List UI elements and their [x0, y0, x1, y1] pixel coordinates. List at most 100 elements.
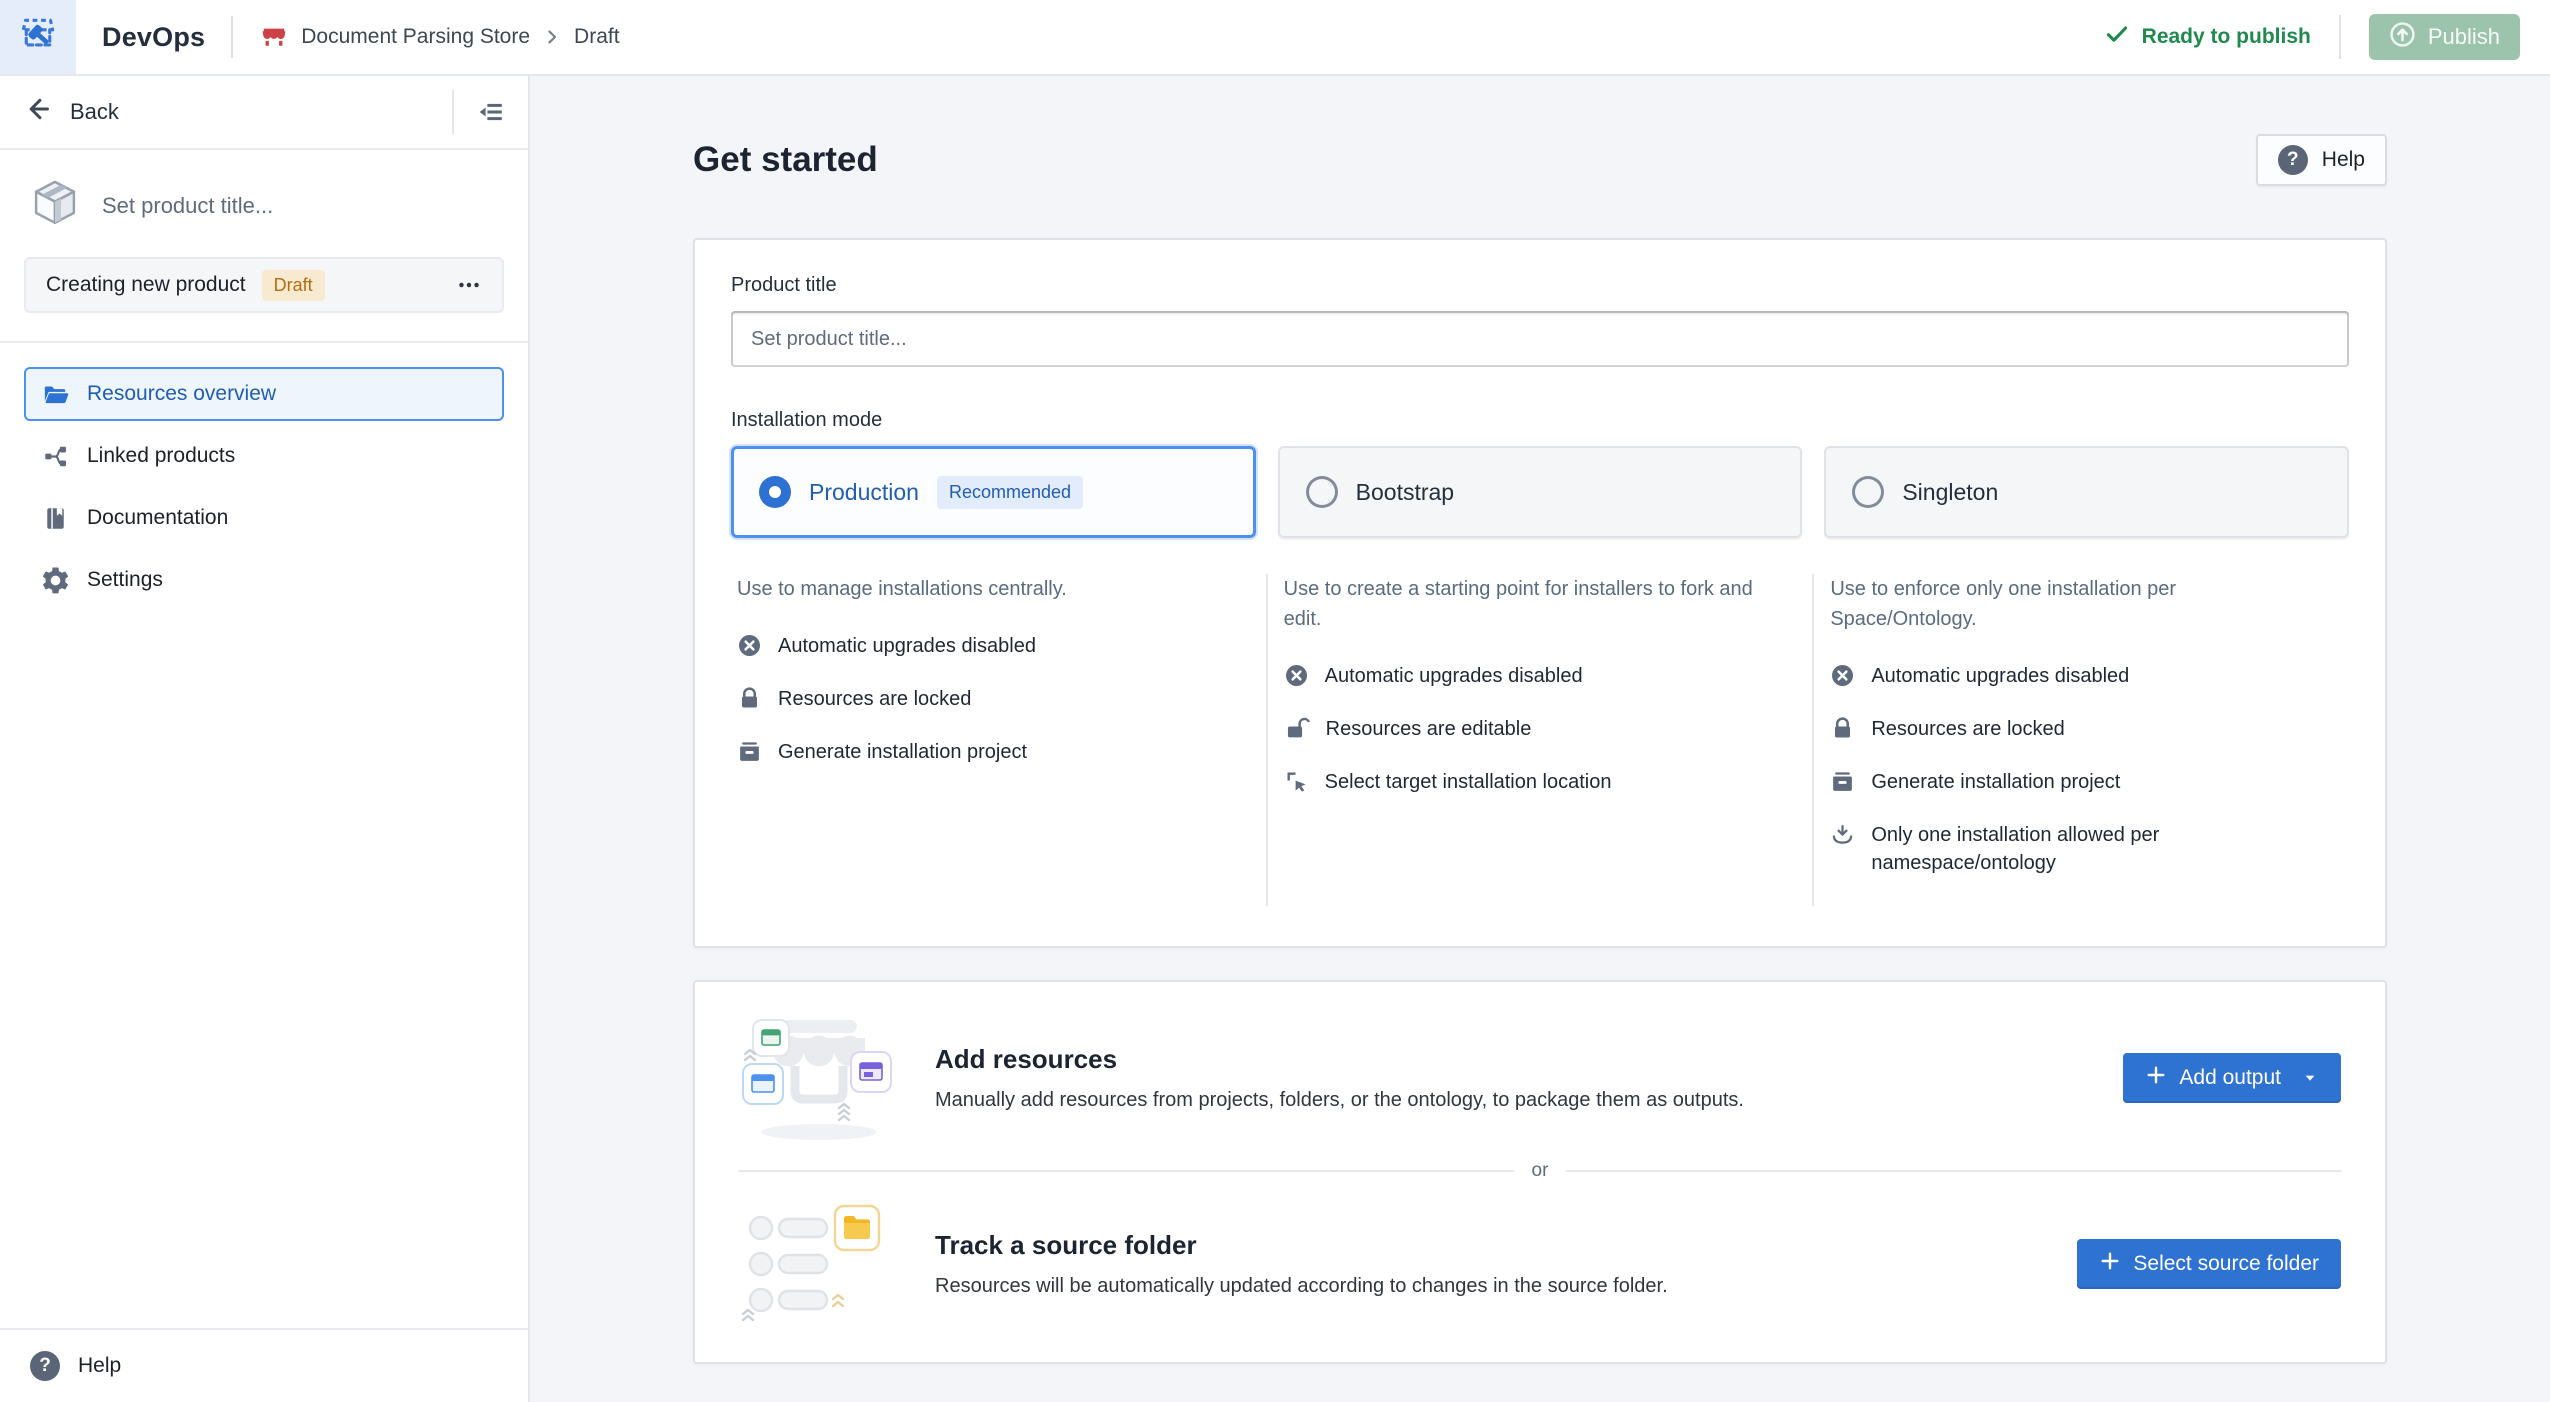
- select-location-icon: [1284, 769, 1309, 794]
- x-circle-icon: [1830, 663, 1855, 688]
- installation-mode-label: Installation mode: [731, 409, 2349, 432]
- sidebar-top-right: [452, 90, 506, 134]
- radio-unselected-icon[interactable]: [1852, 476, 1884, 508]
- chevron-right-icon: [542, 27, 562, 47]
- caret-down-icon: [2301, 1069, 2319, 1087]
- feature-row: Resources are locked: [1830, 715, 2313, 743]
- sidebar-top-bar: Back: [0, 76, 528, 150]
- header-divider: [2339, 15, 2341, 59]
- product-title-input[interactable]: [731, 311, 2349, 367]
- collapse-sidebar-icon[interactable]: [476, 97, 506, 127]
- add-resources-title: Add resources: [935, 1044, 2123, 1075]
- sidebar-help-button[interactable]: ? Help: [0, 1328, 528, 1402]
- divider-line: [1566, 1170, 2341, 1172]
- mode-descriptions: Use to manage installations centrally. A…: [731, 572, 2349, 902]
- get-started-card: Product title Installation mode Producti…: [693, 238, 2387, 948]
- devops-store-hammer-icon: [16, 13, 60, 62]
- arrow-left-icon: [24, 94, 54, 130]
- mode-option-bootstrap[interactable]: Bootstrap: [1278, 446, 1803, 538]
- gear-icon: [42, 567, 69, 594]
- feature-row: Only one installation allowed per namesp…: [1830, 821, 2313, 877]
- product-title-placeholder[interactable]: Set product title...: [102, 193, 273, 219]
- header-actions: Ready to publish Publish: [2104, 14, 2550, 60]
- installation-mode-options: Production Recommended Bootstrap Singlet…: [731, 446, 2349, 538]
- help-circle-icon: ?: [30, 1351, 60, 1381]
- check-icon: [2104, 21, 2130, 53]
- track-source-folder-row: Track a source folder Resources will be …: [739, 1196, 2341, 1332]
- blue-resource-tile: [743, 1064, 783, 1104]
- publish-button[interactable]: Publish: [2369, 14, 2520, 60]
- add-resources-row: Add resources Manually add resources fro…: [739, 1010, 2341, 1146]
- select-source-folder-button[interactable]: Select source folder: [2077, 1239, 2341, 1289]
- plus-icon: [2145, 1064, 2167, 1092]
- sidebar-item-linked-products[interactable]: Linked products: [24, 429, 504, 483]
- sidebar-item-resources-overview[interactable]: Resources overview: [24, 367, 504, 421]
- radio-selected-icon[interactable]: [759, 476, 791, 508]
- draft-status-badge: Draft: [262, 270, 325, 301]
- sidebar-item-documentation[interactable]: Documentation: [24, 491, 504, 545]
- breadcrumb: Document Parsing Store Draft: [259, 22, 619, 52]
- product-version-card[interactable]: Creating new product Draft: [24, 257, 504, 313]
- devops-app-logo[interactable]: [0, 0, 76, 74]
- add-resources-description: Manually add resources from projects, fo…: [935, 1089, 2123, 1112]
- track-source-folder-description: Resources will be automatically updated …: [935, 1275, 2077, 1298]
- sidebar-nav: Resources overview Linked products: [0, 343, 528, 639]
- plus-icon: [2099, 1250, 2121, 1278]
- sidebar: Back: [0, 76, 530, 1402]
- folder-tile: [835, 1206, 879, 1250]
- help-button-label: Help: [2322, 148, 2365, 172]
- mode-name: Bootstrap: [1356, 479, 1454, 506]
- feature-row: Generate installation project: [1830, 768, 2313, 796]
- documentation-book-icon: [42, 505, 69, 532]
- sidebar-item-label: Linked products: [87, 444, 235, 468]
- resources-card: Add resources Manually add resources fro…: [693, 980, 2387, 1364]
- divider-line: [739, 1170, 1514, 1172]
- or-label: or: [1532, 1160, 1549, 1182]
- publish-button-label: Publish: [2428, 24, 2500, 50]
- app-title: DevOps: [102, 22, 205, 53]
- package-cube-icon: [28, 176, 82, 235]
- import-icon: [1830, 822, 1855, 847]
- add-resources-illustration: [739, 1010, 899, 1146]
- folder-open-icon: [42, 381, 69, 408]
- breadcrumb-store[interactable]: Document Parsing Store: [301, 25, 530, 49]
- mode-intro: Use to enforce only one installation per…: [1830, 574, 2313, 634]
- lock-icon: [1830, 716, 1855, 741]
- add-output-button[interactable]: Add output: [2123, 1053, 2341, 1103]
- bootstrap-description-column: Use to create a starting point for insta…: [1278, 572, 1803, 902]
- sidebar-item-label: Settings: [87, 568, 163, 592]
- main-area: Get started ? Help Product title Install…: [530, 76, 2550, 1402]
- sidebar-help-label: Help: [78, 1354, 121, 1378]
- help-circle-icon: ?: [2278, 145, 2308, 175]
- add-output-label: Add output: [2179, 1066, 2281, 1090]
- sidebar-item-label: Documentation: [87, 506, 228, 530]
- archive-box-icon: [737, 739, 762, 764]
- header-divider: [231, 16, 233, 58]
- unlock-icon: [1284, 716, 1310, 741]
- purple-resource-tile: [851, 1052, 891, 1092]
- product-version-name: Creating new product: [46, 273, 246, 297]
- recommended-badge: Recommended: [937, 476, 1083, 509]
- back-button[interactable]: Back: [24, 94, 119, 130]
- linked-products-fork-icon: [42, 443, 69, 470]
- mode-option-production[interactable]: Production Recommended: [731, 446, 1256, 538]
- more-options-icon[interactable]: [456, 272, 482, 298]
- product-summary: Set product title... Creating new produc…: [0, 150, 528, 343]
- help-button[interactable]: ? Help: [2256, 134, 2387, 186]
- archive-box-icon: [1830, 769, 1855, 794]
- feature-row: Resources are editable: [1284, 715, 1767, 743]
- lock-icon: [737, 686, 762, 711]
- back-label: Back: [70, 99, 119, 125]
- page-title: Get started: [693, 140, 878, 180]
- product-header: Set product title...: [24, 176, 504, 235]
- product-title-label: Product title: [731, 274, 2349, 297]
- sidebar-item-settings[interactable]: Settings: [24, 553, 504, 607]
- mode-name: Production: [809, 479, 919, 506]
- mode-option-singleton[interactable]: Singleton: [1824, 446, 2349, 538]
- feature-row: Select target installation location: [1284, 768, 1767, 796]
- top-bar: DevOps Document Parsing Store Draft Read…: [0, 0, 2550, 76]
- radio-unselected-icon[interactable]: [1306, 476, 1338, 508]
- feature-row: Resources are locked: [737, 685, 1220, 713]
- publish-status: Ready to publish: [2104, 21, 2311, 53]
- mode-name: Singleton: [1902, 479, 1998, 506]
